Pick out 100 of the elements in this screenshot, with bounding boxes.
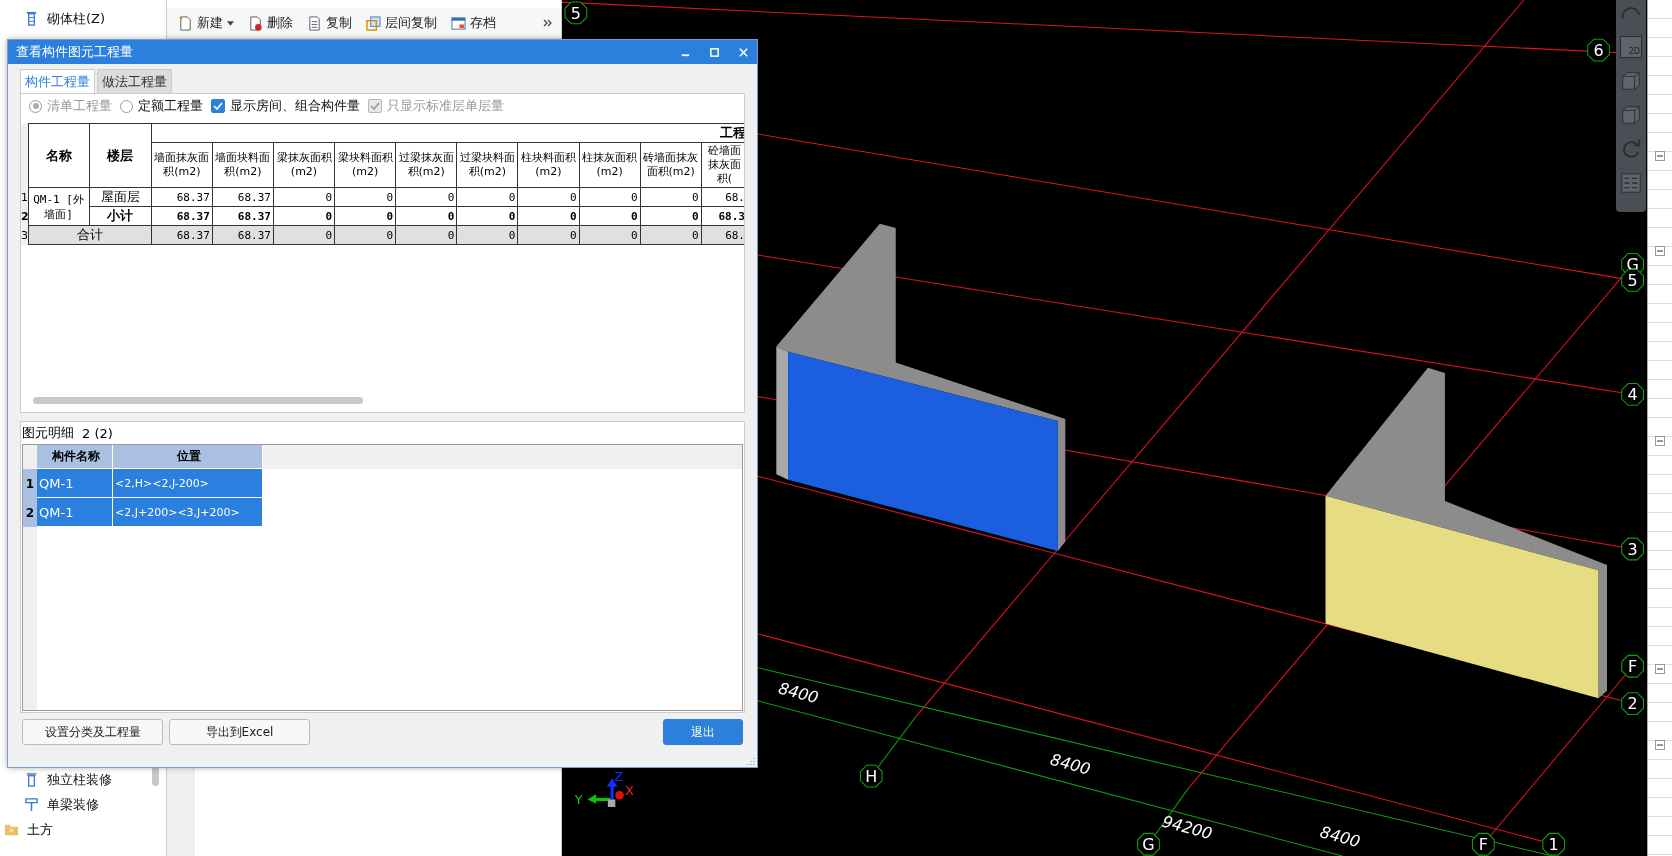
collapse-icon[interactable] bbox=[1655, 150, 1665, 161]
axis-name-label: Y bbox=[574, 791, 583, 807]
column-header: 名称 bbox=[28, 123, 90, 188]
column-header: 楼层 bbox=[89, 123, 152, 188]
column-icon bbox=[24, 772, 39, 787]
action-button[interactable]: 导出到Excel bbox=[169, 719, 310, 745]
column-header: 柱抹灰面积(m2) bbox=[579, 142, 641, 188]
axis-name-label: X bbox=[624, 783, 634, 799]
close-icon[interactable] bbox=[738, 46, 749, 58]
row-number: 2 bbox=[21, 206, 28, 226]
column-icon bbox=[24, 11, 39, 26]
resize-grip-icon[interactable] bbox=[747, 757, 755, 765]
toolbar-button[interactable]: 存档 bbox=[446, 12, 501, 34]
table-cell: 屋面层 bbox=[89, 187, 152, 207]
collapse-icon[interactable] bbox=[1655, 663, 1665, 674]
dimension-text: 8400 bbox=[776, 678, 821, 708]
table-cell: 0 bbox=[395, 206, 457, 226]
table-cell: 0 bbox=[395, 187, 457, 207]
folder-icon bbox=[4, 822, 19, 837]
axis-bubble: 5 bbox=[1621, 268, 1644, 292]
roller-icon bbox=[24, 797, 39, 812]
checklist-icon[interactable] bbox=[1620, 172, 1642, 194]
axis-bubble: 6 bbox=[1587, 38, 1610, 62]
maximize-icon[interactable] bbox=[709, 46, 720, 58]
table-cell: QM-1 bbox=[37, 469, 113, 498]
dimension-text: 8400 bbox=[1318, 822, 1363, 852]
tab[interactable]: 构件工程量 bbox=[20, 69, 95, 93]
more-icon[interactable] bbox=[543, 19, 553, 27]
caret-icon bbox=[227, 20, 234, 26]
axis-bubble: 2 bbox=[1621, 692, 1644, 715]
tree-item[interactable]: 独立柱装修 bbox=[0, 767, 166, 792]
checkmark-icon bbox=[369, 100, 381, 112]
toolbar-button[interactable]: 新建 bbox=[173, 12, 239, 34]
row-number: 1 bbox=[21, 187, 28, 207]
delete-icon bbox=[248, 15, 263, 31]
radio-option[interactable]: 定额工程量 bbox=[120, 97, 203, 115]
table-cell: 68.37 bbox=[212, 187, 274, 207]
new-document-icon bbox=[178, 15, 193, 31]
collapse-icon[interactable] bbox=[1655, 435, 1665, 446]
axis-bubble: 5 bbox=[564, 1, 588, 25]
table-cell: 68.37 bbox=[151, 206, 213, 226]
axis-bubble: 3 bbox=[1621, 537, 1644, 561]
table-cell: 0 bbox=[334, 206, 396, 226]
column-header: 砼墙面抹灰面积( bbox=[701, 142, 744, 188]
cube-icon[interactable] bbox=[1620, 104, 1642, 126]
exit-button[interactable]: 退出 bbox=[663, 719, 743, 745]
row-number: 3 bbox=[21, 225, 28, 245]
column-header: 构件名称 bbox=[37, 445, 113, 469]
scrollbar-thumb[interactable] bbox=[33, 397, 363, 404]
copy-icon bbox=[366, 15, 381, 31]
column-header: 墙面块料面积(m2) bbox=[212, 142, 274, 188]
table-cell: 68.37 bbox=[151, 187, 213, 207]
row-number: 2 bbox=[23, 498, 37, 527]
column-header: 梁块料面积(m2) bbox=[334, 142, 396, 188]
table-cell: 0 bbox=[273, 187, 335, 207]
tree-item[interactable]: 单梁装修 bbox=[0, 792, 166, 817]
table-cell: QM-1 bbox=[37, 498, 113, 527]
dimension-text: 94200 bbox=[1160, 811, 1215, 844]
table-cell: 小计 bbox=[89, 206, 152, 226]
toolbar-button[interactable]: 删除 bbox=[243, 12, 298, 34]
collapse-icon[interactable] bbox=[1655, 739, 1665, 750]
column-header: 墙面抹灰面积(m2) bbox=[151, 142, 213, 188]
checkbox-option[interactable]: 显示房间、组合构件量 bbox=[211, 97, 360, 115]
table-cell: 0 bbox=[273, 206, 335, 226]
toolbar-button[interactable]: 复制 bbox=[302, 12, 357, 34]
rotate-icon[interactable] bbox=[1620, 138, 1642, 160]
axis-bubble: F bbox=[1621, 654, 1644, 678]
toolbar-button[interactable]: 层间复制 bbox=[361, 12, 442, 34]
table-cell: 0 bbox=[517, 187, 579, 207]
table-cell: 0 bbox=[640, 206, 702, 226]
table-cell: 0 bbox=[456, 206, 518, 226]
count-label: 2 (2) bbox=[82, 425, 113, 441]
section-title: 图元明细 bbox=[22, 424, 74, 442]
axis-name-label: Z bbox=[614, 769, 623, 785]
collapse-icon[interactable] bbox=[1655, 245, 1665, 256]
table-cell: <2,H><2,J-200> bbox=[113, 469, 263, 498]
table-cell: 0 bbox=[334, 187, 396, 207]
cube-icon[interactable] bbox=[1620, 70, 1642, 92]
tab[interactable]: 做法工程量 bbox=[97, 69, 172, 93]
axis-bubble: G bbox=[1137, 832, 1160, 856]
copy-icon bbox=[307, 15, 322, 31]
table-cell: <2,J+200><3,J+200> bbox=[113, 498, 263, 527]
row-number: 1 bbox=[23, 469, 37, 498]
table-cell: 0 bbox=[456, 187, 518, 207]
column-header: 过梁块料面积(m2) bbox=[456, 142, 518, 188]
action-button[interactable]: 设置分类及工程量 bbox=[22, 719, 163, 745]
table-cell: QM-1 [外墙面] bbox=[28, 187, 90, 226]
axis-bubble: 4 bbox=[1621, 383, 1644, 406]
column-header: 过梁抹灰面积(m2) bbox=[395, 142, 457, 188]
window-title: 查看构件图元工程量 bbox=[16, 43, 134, 61]
save-icon bbox=[451, 15, 466, 31]
wall-drawing[interactable] bbox=[776, 223, 1066, 552]
axis-bubble: H bbox=[859, 764, 883, 788]
tree-item[interactable]: 砌体柱(Z) bbox=[0, 6, 166, 31]
table-cell: 0 bbox=[640, 187, 702, 207]
column-header: 砖墙面抹灰面积(m2) bbox=[640, 142, 702, 188]
column-header: 柱块料面积(m2) bbox=[517, 142, 579, 188]
axis-bubble: 1 bbox=[1542, 832, 1566, 856]
tree-item[interactable]: 土方 bbox=[0, 817, 166, 842]
wall-drawing[interactable] bbox=[1325, 367, 1607, 699]
